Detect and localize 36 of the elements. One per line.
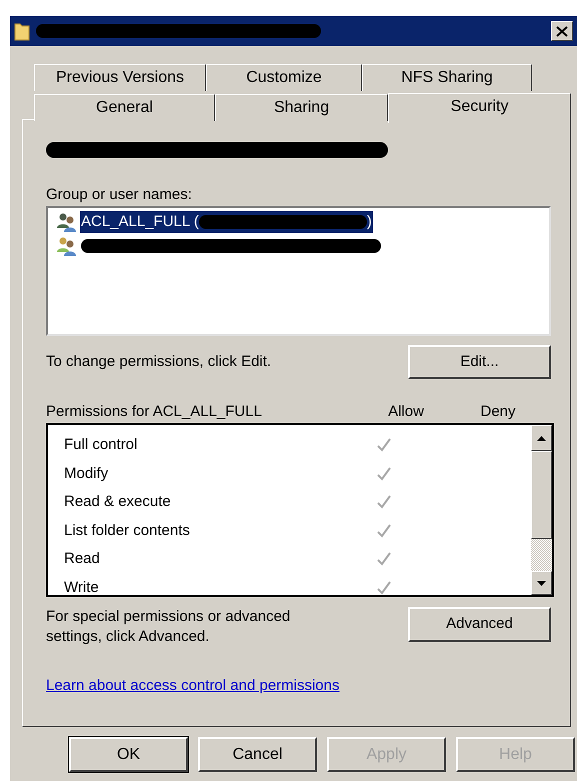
close-button[interactable] bbox=[551, 21, 573, 41]
user-item[interactable]: ACL_ALL_FULL ( ) bbox=[80, 211, 373, 233]
change-hint: To change permissions, click Edit. bbox=[46, 352, 272, 372]
users-icon bbox=[56, 211, 78, 233]
users-icon bbox=[56, 235, 78, 257]
permissions-title: Permissions for ACL_ALL_FULL bbox=[46, 402, 263, 421]
help-link[interactable]: Learn about access control and permissions bbox=[46, 675, 340, 698]
allow-header: Allow bbox=[387, 402, 425, 421]
permission-name: Read bbox=[63, 549, 101, 569]
permission-name: Modify bbox=[63, 464, 110, 484]
tab[interactable]: Security bbox=[388, 93, 571, 123]
permission-name: Read & execute bbox=[63, 492, 172, 512]
up-arrow-icon bbox=[537, 436, 546, 440]
permission-name: List folder contents bbox=[63, 520, 191, 540]
scroll-thumb[interactable] bbox=[531, 451, 552, 539]
advanced-button[interactable]: Advanced bbox=[408, 607, 551, 642]
permission-name: Write bbox=[63, 578, 100, 598]
tab[interactable]: Customize bbox=[206, 64, 362, 91]
tab[interactable]: NFS Sharing bbox=[362, 64, 532, 91]
group-label: Group or user names: bbox=[46, 185, 193, 204]
edit-button[interactable]: Edit... bbox=[408, 345, 551, 379]
close-icon bbox=[556, 26, 568, 36]
scroll-up-button[interactable] bbox=[531, 425, 552, 451]
user-name: ACL_ALL_FULL ( bbox=[81, 212, 199, 232]
deny-header: Deny bbox=[479, 402, 517, 421]
tab[interactable]: Previous Versions bbox=[34, 64, 206, 91]
advanced-hint: For special permissions or advanced settings, click Advanced. bbox=[46, 607, 292, 647]
user-name-end: ) bbox=[366, 212, 372, 232]
dialog-button[interactable]: OK bbox=[69, 737, 188, 772]
dialog-button[interactable]: Cancel bbox=[198, 737, 317, 772]
tab[interactable]: General bbox=[34, 94, 215, 121]
scroll-down-button[interactable] bbox=[531, 571, 552, 595]
permission-name: Full control bbox=[63, 435, 138, 455]
tab[interactable]: Sharing bbox=[214, 94, 388, 121]
down-arrow-icon bbox=[537, 580, 546, 586]
folder-icon bbox=[14, 21, 30, 41]
